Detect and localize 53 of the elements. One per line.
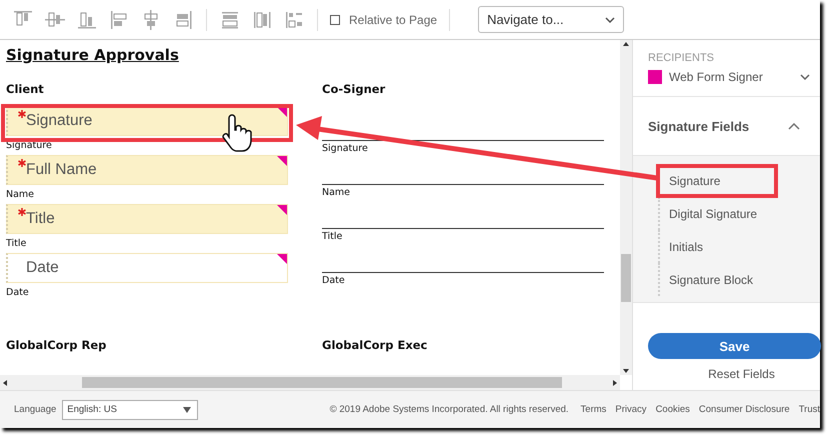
recipient-name[interactable]: Web Form Signer <box>669 70 800 84</box>
scrollbar-thumb[interactable] <box>82 377 562 388</box>
form-field[interactable]: Signature <box>6 106 288 136</box>
field-label: Signature <box>322 143 368 154</box>
dropdown-arrow-icon <box>183 406 192 412</box>
scroll-up-icon[interactable] <box>622 40 630 48</box>
chevron-down-icon[interactable] <box>800 74 810 80</box>
required-asterisk-icon <box>18 110 26 118</box>
relative-to-page-checkbox[interactable]: Relative to Page <box>330 12 438 26</box>
section-heading: RECIPIENTS <box>648 52 714 64</box>
footer-link[interactable]: Privacy <box>615 404 647 415</box>
field-label: Title <box>6 238 26 249</box>
form-field[interactable]: Title <box>6 204 288 234</box>
language-label: Language <box>14 404 56 415</box>
field-label: Date <box>6 287 29 298</box>
field-label: Signature <box>6 140 52 151</box>
language-dropdown[interactable]: English: US <box>62 400 198 420</box>
chevron-up-icon <box>788 122 800 130</box>
form-field[interactable]: Full Name <box>6 155 288 185</box>
navigate-dropdown[interactable]: Navigate to... <box>478 6 624 33</box>
vertical-scrollbar[interactable] <box>620 40 632 375</box>
field-type-item[interactable]: Signature <box>658 164 720 197</box>
required-asterisk-icon <box>18 159 26 167</box>
required-asterisk-icon <box>18 208 26 216</box>
field-corner-marker <box>277 254 287 264</box>
field-corner-marker <box>277 205 287 215</box>
footer-link[interactable]: Terms <box>580 404 606 415</box>
copyright-text: © 2019 Adobe Systems Incorporated. All rights reserved. <box>330 404 569 415</box>
section-heading: Co-Signer <box>322 82 386 96</box>
footer-link[interactable]: Consumer Disclosure <box>698 404 790 415</box>
field-corner-marker <box>277 107 287 117</box>
field-type-item[interactable]: Digital Signature <box>658 197 758 230</box>
section-heading: GlobalCorp Exec <box>322 338 428 352</box>
field-label: Date <box>322 275 345 286</box>
scroll-down-icon[interactable] <box>622 367 630 375</box>
field-label: Name <box>322 187 350 198</box>
field-type-item[interactable]: Initials <box>658 230 704 263</box>
reset-fields-link[interactable]: Reset Fields <box>708 367 775 381</box>
field-type-item[interactable]: Signature Block <box>658 263 754 296</box>
scrollbar-thumb[interactable] <box>621 254 631 302</box>
form-field[interactable]: Date <box>6 253 288 283</box>
field-corner-marker <box>277 156 287 166</box>
hand-cursor-icon <box>222 114 252 152</box>
footer-link[interactable]: Cookies <box>656 404 690 415</box>
field-label: Name <box>6 189 34 200</box>
section-heading: GlobalCorp Rep <box>6 338 108 352</box>
chevron-down-icon <box>605 16 616 22</box>
footer-link[interactable]: Trust <box>798 404 820 415</box>
document-title: Signature Approvals <box>6 46 179 64</box>
horizontal-scrollbar[interactable] <box>0 375 620 390</box>
field-label: Title <box>322 231 342 242</box>
save-button[interactable]: Save <box>648 333 821 359</box>
section-heading: Client <box>6 82 44 96</box>
